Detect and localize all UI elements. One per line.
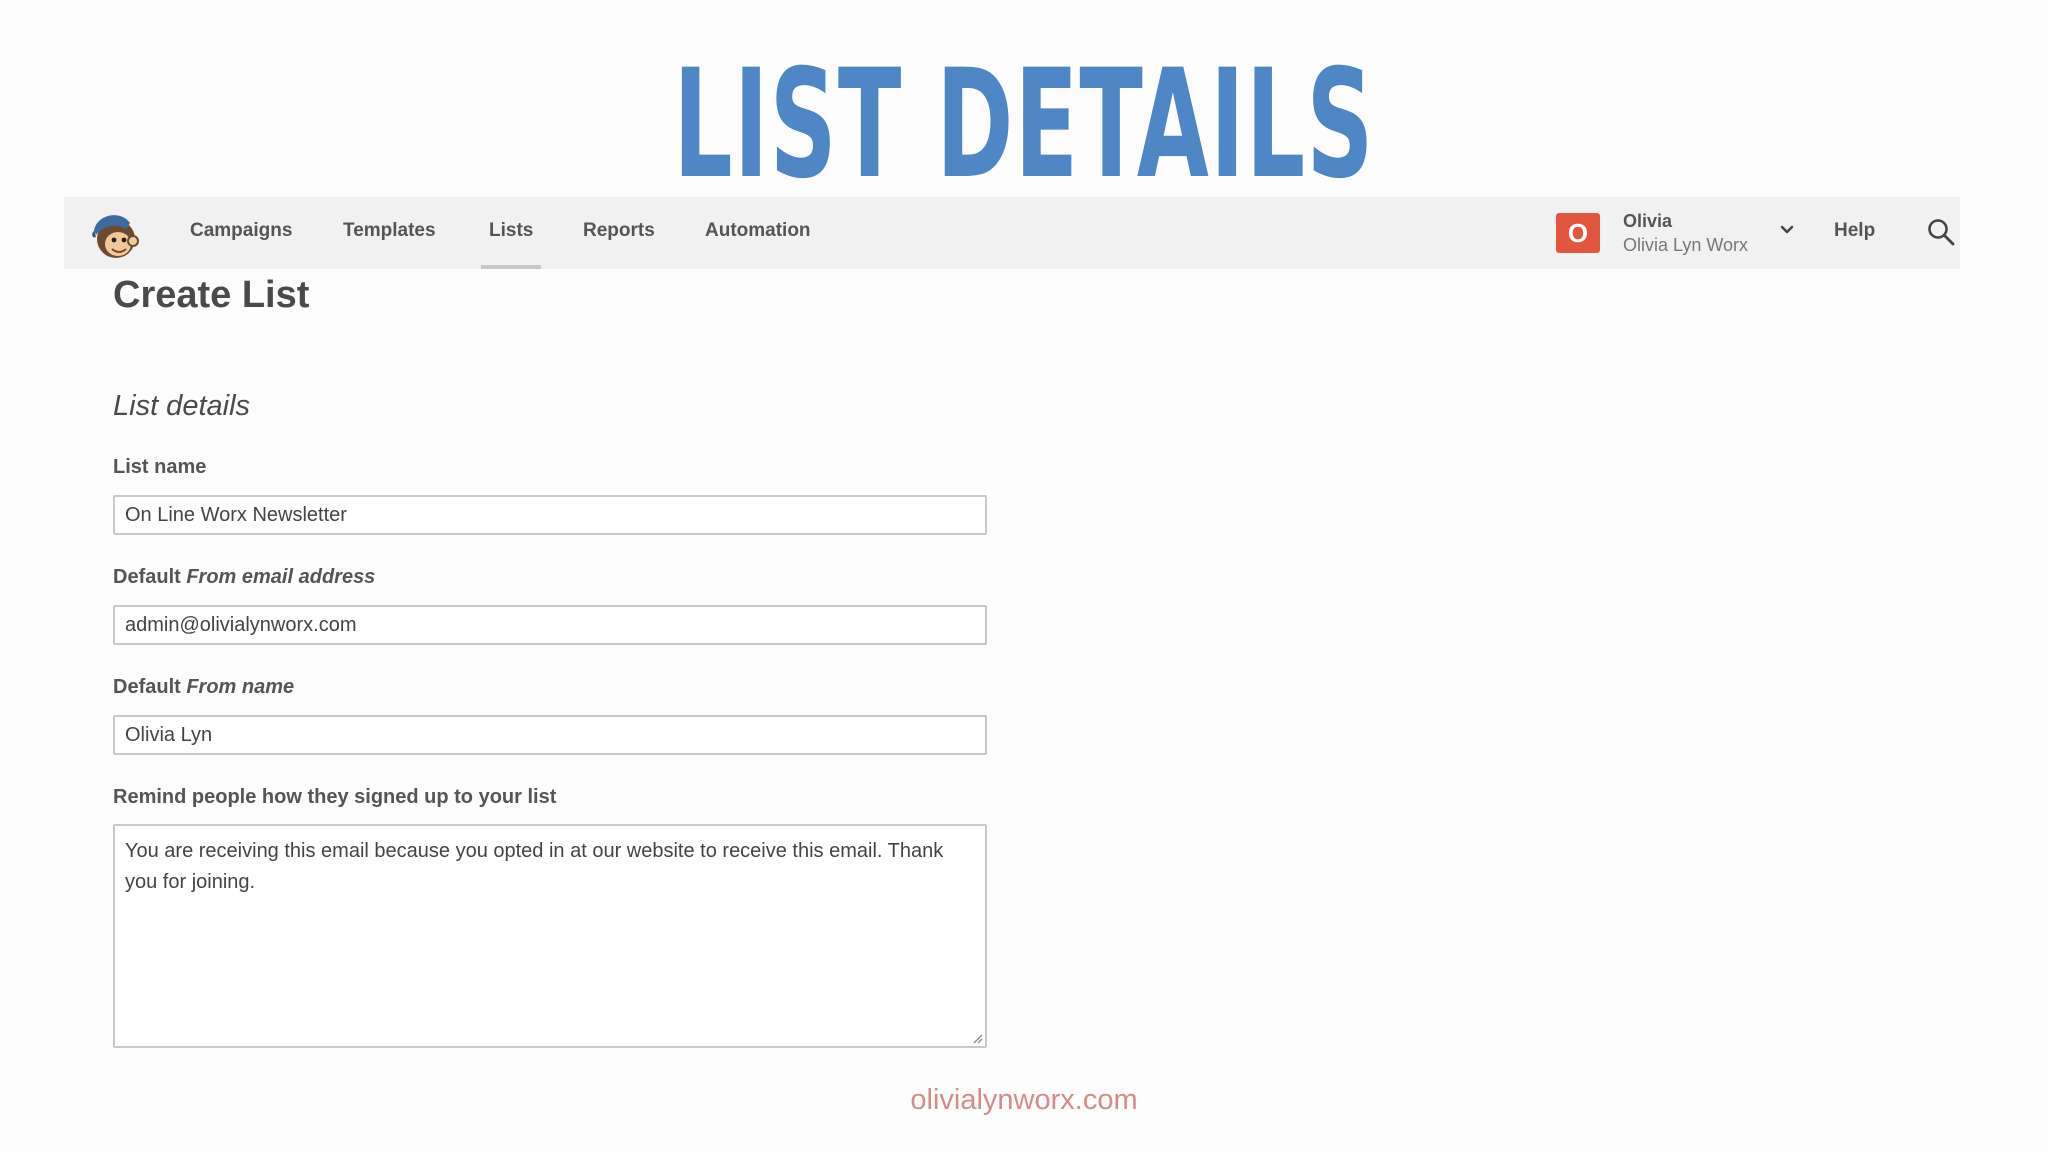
nav-item-automation[interactable]: Automation — [705, 197, 811, 269]
from-email-label-emphasis: From email address — [186, 566, 376, 588]
from-email-label: Default From email address — [113, 566, 375, 589]
nav-item-lists[interactable]: Lists — [480, 197, 542, 269]
page-title: Create List — [113, 274, 310, 316]
user-account-name[interactable]: Olivia Lyn Worx — [1623, 235, 1748, 256]
footer-website[interactable]: olivialynworx.com — [0, 1084, 2048, 1117]
section-title: List details — [113, 390, 251, 422]
top-navbar: Campaigns Templates Lists Reports Automa… — [64, 197, 1960, 269]
user-avatar[interactable]: O — [1556, 213, 1600, 253]
resize-handle-icon[interactable] — [971, 1032, 983, 1044]
mailchimp-logo-icon[interactable] — [86, 207, 140, 261]
search-icon[interactable] — [1926, 217, 1956, 247]
user-name[interactable]: Olivia — [1623, 211, 1672, 232]
from-name-label-emphasis: From name — [186, 676, 295, 698]
nav-item-templates[interactable]: Templates — [343, 197, 436, 269]
slide-title: LIST DETAILS — [673, 38, 1375, 212]
list-name-label: List name — [113, 456, 207, 478]
from-name-input[interactable] — [113, 715, 987, 755]
nav-item-reports[interactable]: Reports — [583, 197, 655, 269]
reminder-textarea[interactable]: You are receiving this email because you… — [113, 824, 987, 1048]
from-email-input[interactable] — [113, 605, 987, 645]
from-name-label-prefix: Default — [113, 676, 187, 698]
help-link[interactable]: Help — [1834, 197, 1875, 269]
list-name-input[interactable] — [113, 495, 987, 535]
chevron-down-icon[interactable] — [1778, 221, 1796, 239]
nav-item-campaigns[interactable]: Campaigns — [190, 197, 292, 269]
from-email-label-prefix: Default — [113, 566, 187, 588]
reminder-label: Remind people how they signed up to your… — [113, 786, 557, 808]
from-name-label: Default From name — [113, 676, 294, 699]
